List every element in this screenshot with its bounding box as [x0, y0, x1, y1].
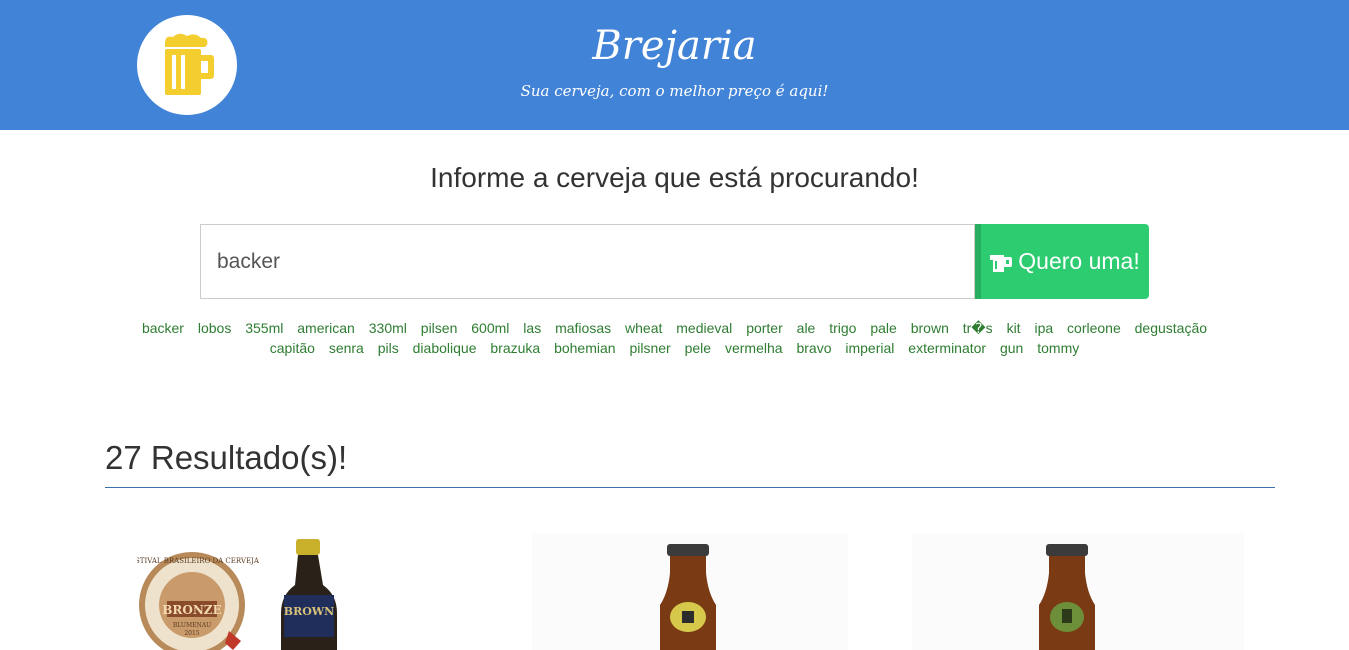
tag-link[interactable]: pale — [870, 320, 896, 336]
site-subtitle: Sua cerveja, com o melhor preço é aqui! — [520, 82, 829, 100]
medal-place-label: BLUMENAU — [173, 622, 211, 629]
tag-link[interactable]: brazuka — [490, 340, 540, 356]
medal-year-label: 2015 — [184, 630, 199, 637]
tag-link[interactable]: american — [297, 320, 355, 336]
tag-link[interactable]: capitão — [270, 340, 315, 356]
beer-glass-icon — [990, 254, 1013, 272]
tag-link[interactable]: lobos — [198, 320, 231, 336]
tag-link[interactable]: tr�s — [963, 320, 993, 336]
tag-link[interactable]: pils — [378, 340, 399, 356]
tag-link[interactable]: 330ml — [369, 320, 407, 336]
bottle-label: BROWN — [284, 605, 334, 618]
tag-link[interactable]: mafiosas — [555, 320, 611, 336]
results-divider — [105, 487, 1275, 488]
tag-link[interactable]: bravo — [796, 340, 831, 356]
product-card[interactable] — [912, 533, 1244, 650]
search-button[interactable]: Quero uma! — [975, 224, 1149, 299]
product-image — [1039, 544, 1095, 650]
tag-link[interactable]: wheat — [625, 320, 662, 336]
tag-link[interactable]: 355ml — [245, 320, 283, 336]
tag-link[interactable]: senra — [329, 340, 364, 356]
tag-link[interactable]: porter — [746, 320, 783, 336]
search-button-label: Quero uma! — [1018, 248, 1140, 274]
tag-link[interactable]: brown — [911, 320, 949, 336]
search-input[interactable] — [200, 224, 975, 299]
product-card[interactable]: FESTIVAL BRASILEIRO DA CERVEJA BRONZE BL… — [137, 533, 477, 650]
tag-link[interactable]: medieval — [676, 320, 732, 336]
tag-link[interactable]: las — [523, 320, 541, 336]
tag-link[interactable]: pilsner — [629, 340, 670, 356]
medal-award-label: BRONZE — [162, 603, 221, 617]
medal-caption: FESTIVAL BRASILEIRO DA CERVEJA — [137, 557, 260, 565]
tag-link[interactable]: pilsen — [421, 320, 458, 336]
tag-link[interactable]: bohemian — [554, 340, 616, 356]
site-title: Brejaria — [592, 23, 757, 69]
tag-link[interactable]: tommy — [1037, 340, 1079, 356]
product-image — [660, 544, 716, 650]
tag-link[interactable]: ale — [797, 320, 816, 336]
tag-link[interactable]: diabolique — [413, 340, 477, 356]
tag-link[interactable]: kit — [1007, 320, 1021, 336]
search-prompt: Informe a cerveja que está procurando! — [430, 162, 919, 193]
tag-link[interactable]: pele — [685, 340, 711, 356]
tag-link[interactable]: vermelha — [725, 340, 783, 356]
tag-link[interactable]: 600ml — [471, 320, 509, 336]
tag-link[interactable]: degustação — [1135, 320, 1207, 336]
site-header: Brejaria Sua cerveja, com o melhor preço… — [0, 0, 1349, 130]
tag-link[interactable]: gun — [1000, 340, 1023, 356]
tag-link[interactable]: ipa — [1034, 320, 1053, 336]
tag-link[interactable]: backer — [142, 320, 184, 336]
tag-link[interactable]: corleone — [1067, 320, 1121, 336]
product-image: FESTIVAL BRASILEIRO DA CERVEJA BRONZE BL… — [137, 539, 337, 650]
tag-link[interactable]: imperial — [845, 340, 894, 356]
results-count-title: 27 Resultado(s)! — [105, 439, 348, 476]
product-card[interactable] — [532, 533, 848, 650]
tag-link[interactable]: trigo — [829, 320, 856, 336]
tag-link[interactable]: exterminator — [908, 340, 986, 356]
tag-cloud: backer lobos 355ml american 330ml pilsen… — [120, 318, 1229, 358]
